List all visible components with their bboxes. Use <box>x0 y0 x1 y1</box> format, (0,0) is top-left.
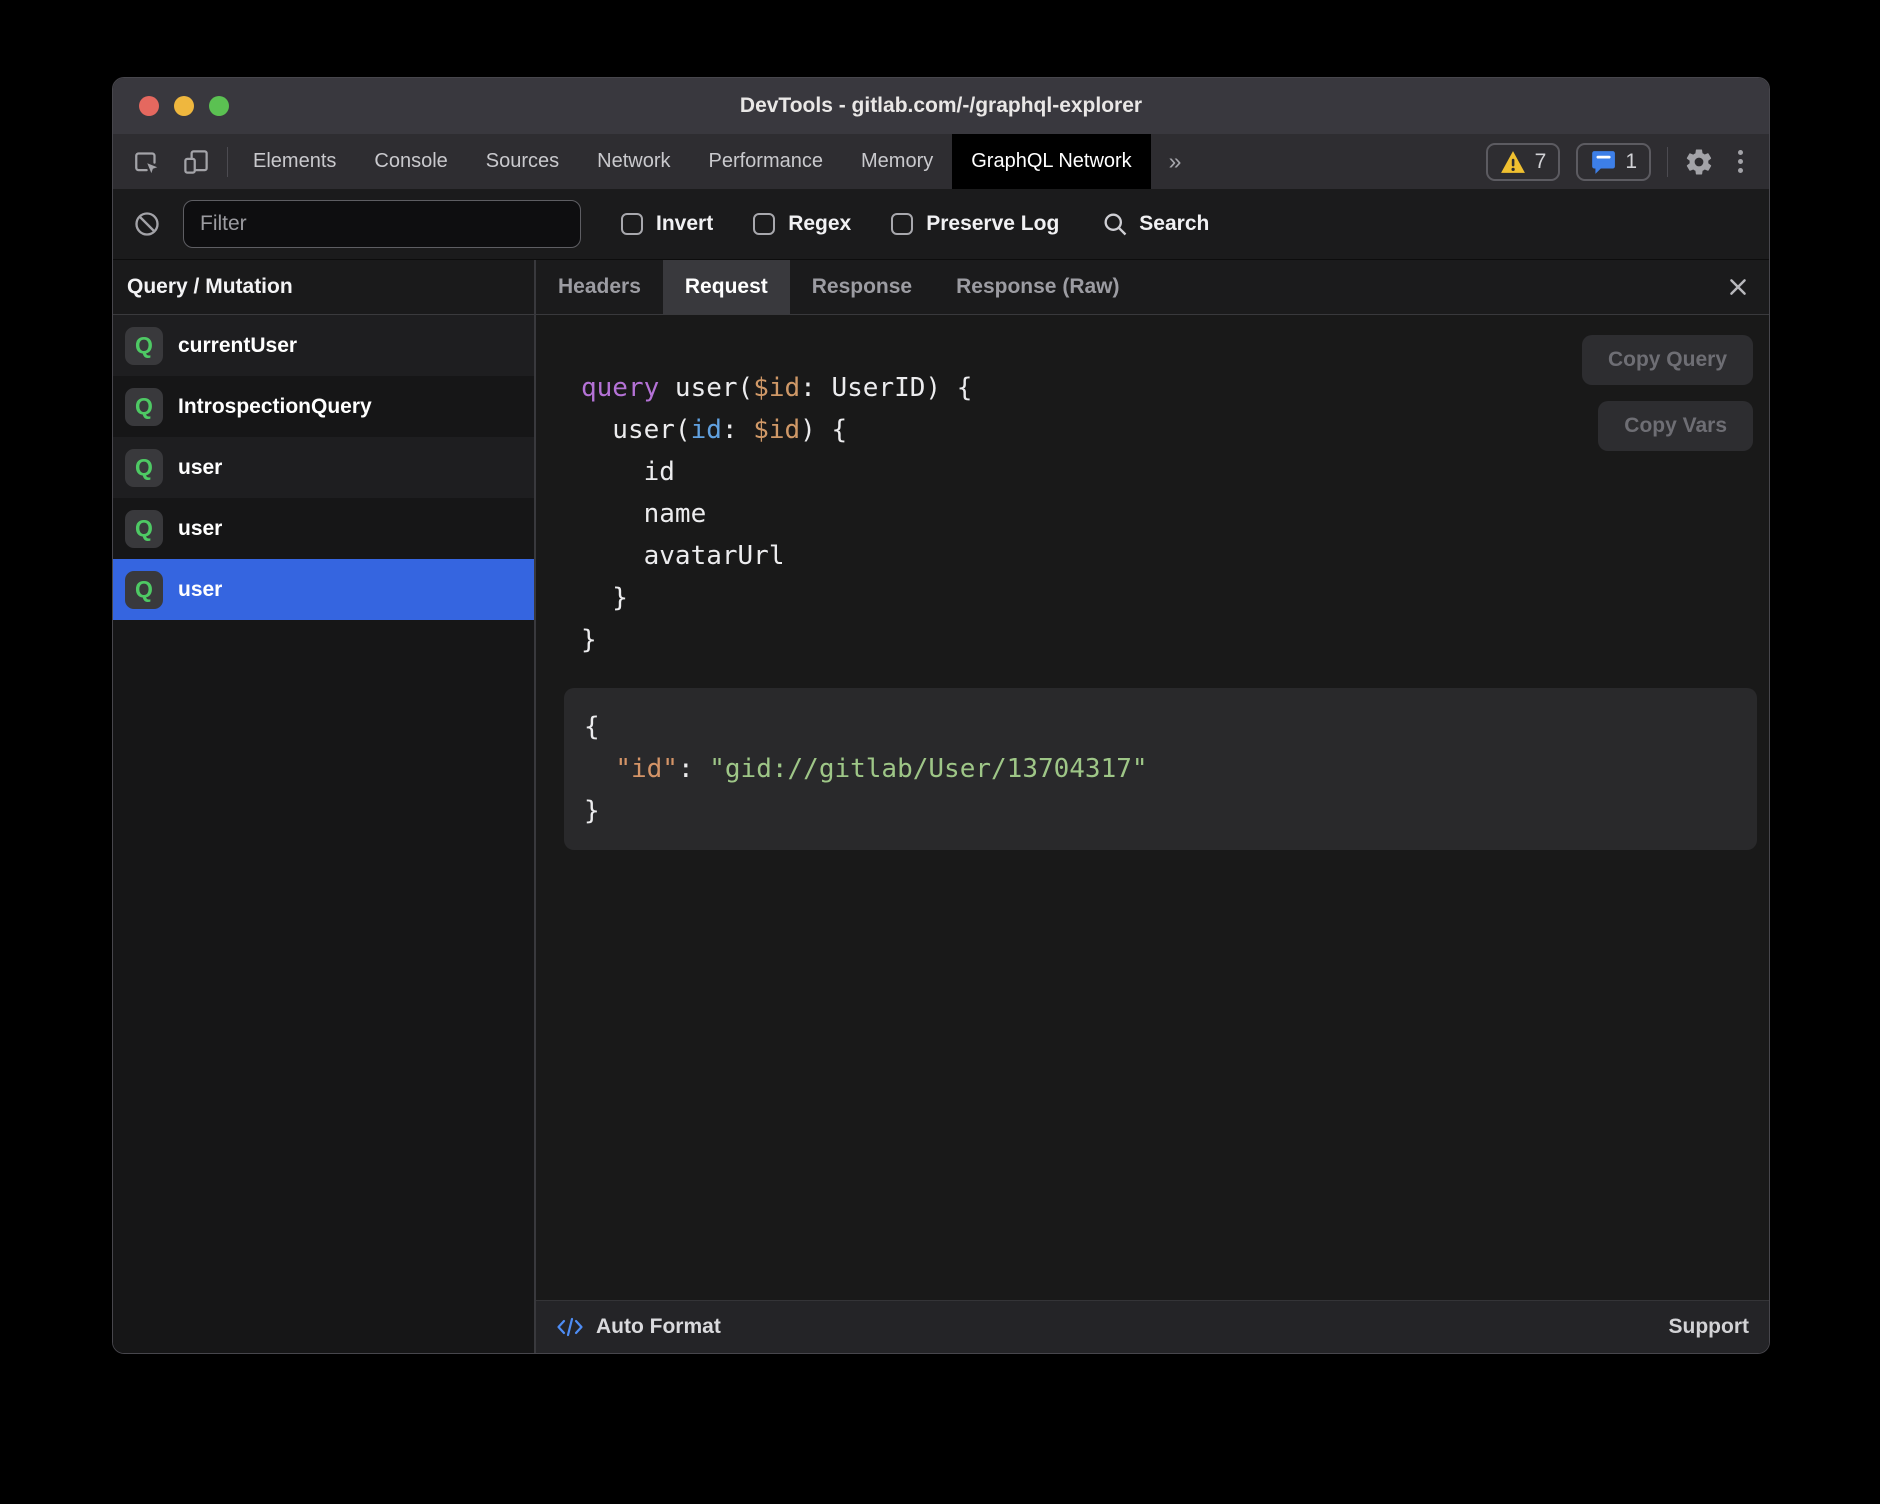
query-type-badge: Q <box>125 449 163 487</box>
invert-label: Invert <box>656 212 713 236</box>
query-list-item-introspectionquery[interactable]: Q IntrospectionQuery <box>113 376 534 437</box>
issues-count: 1 <box>1625 150 1637 174</box>
main-area: Query / Mutation Q currentUser Q Introsp… <box>113 260 1769 1353</box>
query-item-label: user <box>178 578 222 602</box>
issues-badge[interactable]: 1 <box>1576 143 1651 181</box>
tab-network[interactable]: Network <box>578 134 689 189</box>
close-detail-button[interactable] <box>1727 276 1749 298</box>
query-variables-code: { "id": "gid://gitlab/User/13704317" } <box>584 706 1737 832</box>
search-icon <box>1101 210 1129 238</box>
request-content: Copy Query Copy Vars query user($id: Use… <box>536 315 1769 1300</box>
tab-elements[interactable]: Elements <box>234 134 355 189</box>
devtools-toolbar: Elements Console Sources Network Perform… <box>113 134 1769 189</box>
invert-checkbox[interactable] <box>621 213 643 235</box>
sidebar-header: Query / Mutation <box>113 260 534 315</box>
query-type-badge: Q <box>125 571 163 609</box>
support-link[interactable]: Support <box>1669 1315 1749 1339</box>
search-label: Search <box>1139 212 1209 236</box>
message-icon <box>1590 150 1616 174</box>
clear-block-icon[interactable] <box>133 210 161 238</box>
query-item-label: user <box>178 517 222 541</box>
tab-request[interactable]: Request <box>663 260 790 314</box>
code-format-icon <box>556 1315 584 1339</box>
preserve-log-group: Preserve Log <box>891 212 1059 236</box>
window-titlebar[interactable]: DevTools - gitlab.com/-/graphql-explorer <box>113 78 1769 134</box>
window-title: DevTools - gitlab.com/-/graphql-explorer <box>113 78 1769 134</box>
query-item-label: currentUser <box>178 334 297 358</box>
toolbar-right-controls: 7 1 <box>1486 134 1769 189</box>
warnings-badge[interactable]: 7 <box>1486 143 1561 181</box>
devtools-window: DevTools - gitlab.com/-/graphql-explorer <box>112 77 1770 1354</box>
query-list-item-currentUser[interactable]: Q currentUser <box>113 315 534 376</box>
tab-performance[interactable]: Performance <box>690 134 843 189</box>
query-list-item-user-3-selected[interactable]: Q user <box>113 559 534 620</box>
more-options-icon[interactable] <box>1730 150 1751 173</box>
filter-input[interactable] <box>183 200 581 248</box>
tab-graphql-network[interactable]: GraphQL Network <box>952 134 1150 189</box>
preserve-log-label: Preserve Log <box>926 212 1059 236</box>
regex-label: Regex <box>788 212 851 236</box>
query-type-badge: Q <box>125 510 163 548</box>
warning-icon <box>1500 150 1526 174</box>
request-detail-panel: Headers Request Response Response (Raw) … <box>536 260 1769 1353</box>
tab-headers[interactable]: Headers <box>536 260 663 314</box>
query-list-sidebar: Query / Mutation Q currentUser Q Introsp… <box>113 260 534 1353</box>
search-control[interactable]: Search <box>1101 210 1209 238</box>
query-type-badge: Q <box>125 327 163 365</box>
tab-response-raw[interactable]: Response (Raw) <box>934 260 1141 314</box>
toolbar-separator <box>227 147 228 177</box>
copy-button-group: Copy Query Copy Vars <box>1582 335 1753 451</box>
toolbar-separator <box>1667 147 1668 177</box>
auto-format-button[interactable]: Auto Format <box>556 1315 721 1339</box>
more-tabs-button[interactable]: » <box>1151 134 1200 189</box>
auto-format-label: Auto Format <box>596 1315 721 1339</box>
panel-tab-strip: Elements Console Sources Network Perform… <box>234 134 1199 189</box>
filter-bar: Invert Regex Preserve Log Search <box>113 189 1769 260</box>
panel-footer: Auto Format Support <box>536 1300 1769 1353</box>
query-item-label: user <box>178 456 222 480</box>
sidebar-empty-space <box>113 620 534 1353</box>
warning-count: 7 <box>1535 150 1547 174</box>
preserve-log-checkbox[interactable] <box>891 213 913 235</box>
copy-query-button[interactable]: Copy Query <box>1582 335 1753 385</box>
tab-console[interactable]: Console <box>355 134 466 189</box>
query-item-label: IntrospectionQuery <box>178 395 372 419</box>
device-toolbar-icon[interactable] <box>181 147 211 177</box>
detail-tab-strip: Headers Request Response Response (Raw) <box>536 260 1769 315</box>
settings-gear-icon[interactable] <box>1684 147 1714 177</box>
inspect-element-icon[interactable] <box>131 147 161 177</box>
regex-filter-group: Regex <box>753 212 851 236</box>
close-icon <box>1727 276 1749 298</box>
regex-checkbox[interactable] <box>753 213 775 235</box>
tab-sources[interactable]: Sources <box>467 134 578 189</box>
tab-response[interactable]: Response <box>790 260 934 314</box>
copy-vars-button[interactable]: Copy Vars <box>1598 401 1753 451</box>
tab-memory[interactable]: Memory <box>842 134 952 189</box>
query-list-item-user-2[interactable]: Q user <box>113 498 534 559</box>
toolbar-left-icons <box>113 134 227 189</box>
query-type-badge: Q <box>125 388 163 426</box>
invert-filter-group: Invert <box>621 212 713 236</box>
query-variables-box[interactable]: { "id": "gid://gitlab/User/13704317" } <box>564 688 1757 850</box>
query-list-item-user-1[interactable]: Q user <box>113 437 534 498</box>
desktop-background: DevTools - gitlab.com/-/graphql-explorer <box>0 0 1880 1504</box>
